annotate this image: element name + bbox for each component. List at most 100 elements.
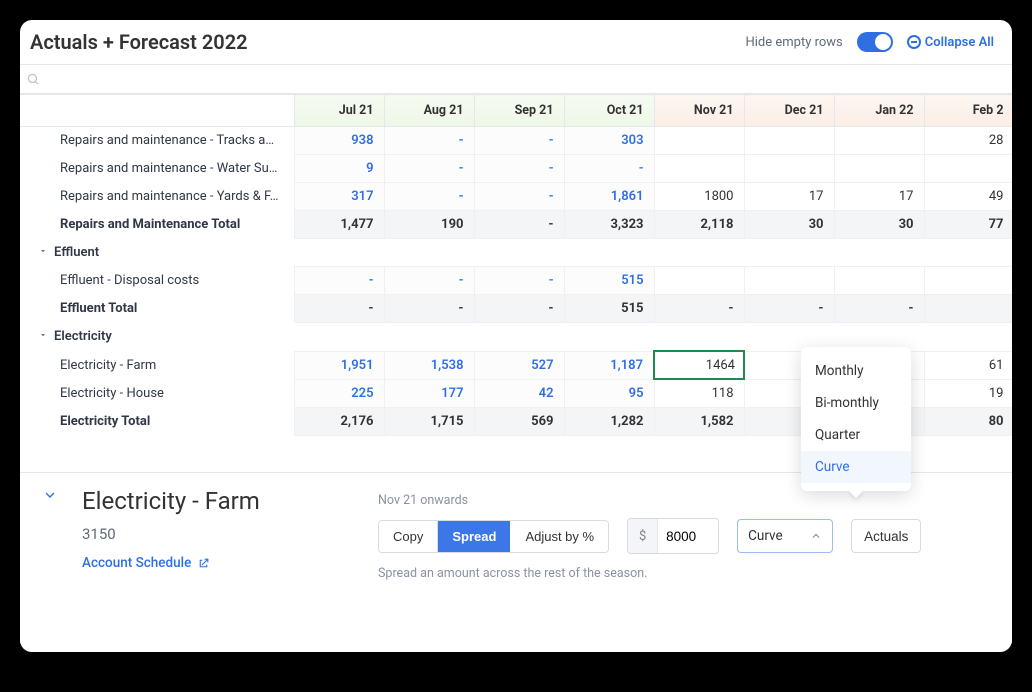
grid-cell: -: [474, 295, 564, 323]
grid-cell: 225: [294, 379, 384, 408]
currency-label: $: [628, 519, 658, 553]
grid-cell[interactable]: 19: [924, 379, 1012, 408]
grid-cell[interactable]: [924, 155, 1012, 183]
grid-cell: 2,118: [654, 211, 744, 239]
onwards-label: Nov 21 onwards: [378, 493, 990, 508]
grid-cell: 2,176: [294, 408, 384, 436]
spread-button[interactable]: Spread: [437, 521, 510, 552]
grid-cell[interactable]: 17: [744, 183, 834, 211]
total-row-label: Repairs and Maintenance Total: [20, 211, 294, 239]
grid-cell[interactable]: [654, 267, 744, 295]
grid-cell: 515: [564, 295, 654, 323]
search-input[interactable]: [44, 72, 1006, 86]
total-row-label: Electricity Total: [20, 408, 294, 436]
amount-input[interactable]: [658, 519, 718, 553]
grid-cell: [924, 295, 1012, 323]
grid-cell: 515: [564, 267, 654, 295]
item-row-label[interactable]: Effluent - Disposal costs: [20, 267, 294, 295]
item-row-label[interactable]: Repairs and maintenance - Tracks a…: [20, 127, 294, 155]
collapse-all-button[interactable]: Collapse All: [907, 35, 994, 50]
item-row-label[interactable]: Repairs and maintenance - Water Su…: [20, 155, 294, 183]
month-header: Sep 21: [474, 95, 564, 127]
item-row-label[interactable]: Electricity - Farm: [20, 351, 294, 379]
hint-text: Spread an amount across the rest of the …: [378, 566, 990, 581]
grid-cell[interactable]: 1464: [654, 351, 744, 379]
grid-cell: 1,715: [384, 408, 474, 436]
external-link-icon: [197, 557, 210, 570]
grid-cell[interactable]: [834, 267, 924, 295]
grid-cell: -: [654, 295, 744, 323]
grid-cell: 77: [924, 211, 1012, 239]
grid-cell[interactable]: [654, 155, 744, 183]
grid-cell: 569: [474, 408, 564, 436]
curve-dropdown[interactable]: MonthlyBi-monthlyQuarterCurve: [801, 347, 911, 491]
month-header: Jul 21: [294, 95, 384, 127]
adjust-button[interactable]: Adjust by %: [510, 521, 608, 552]
grid-cell: -: [474, 127, 564, 155]
grid-cell: 190: [384, 211, 474, 239]
hide-empty-toggle[interactable]: [857, 32, 893, 52]
grid-cell[interactable]: [654, 127, 744, 155]
grid-cell[interactable]: 1800: [654, 183, 744, 211]
grid-cell: 1,538: [384, 351, 474, 379]
grid-cell: -: [384, 295, 474, 323]
chevron-down-icon: [42, 487, 58, 503]
dropdown-option[interactable]: Quarter: [801, 419, 911, 451]
grid-cell[interactable]: 118: [654, 379, 744, 408]
grid-cell: 303: [564, 127, 654, 155]
grid-cell: -: [564, 155, 654, 183]
month-header: Dec 21: [744, 95, 834, 127]
grid-cell: 3,323: [564, 211, 654, 239]
grid-cell: 1,861: [564, 183, 654, 211]
grid-cell: -: [294, 295, 384, 323]
month-header: Jan 22: [834, 95, 924, 127]
actuals-button[interactable]: Actuals: [851, 519, 921, 553]
grid-cell: 30: [834, 211, 924, 239]
item-row-label[interactable]: Repairs and maintenance - Yards & F…: [20, 183, 294, 211]
grid-cell: 95: [564, 379, 654, 408]
item-row-label[interactable]: Electricity - House: [20, 379, 294, 408]
grid-cell: -: [384, 155, 474, 183]
grid-cell: 938: [294, 127, 384, 155]
panel-collapse-button[interactable]: [42, 487, 58, 507]
grid-cell: 1,282: [564, 408, 654, 436]
grid-cell: -: [294, 267, 384, 295]
grid-cell: -: [474, 155, 564, 183]
grid-cell[interactable]: [834, 155, 924, 183]
grid-cell[interactable]: [834, 127, 924, 155]
grid-cell: -: [384, 267, 474, 295]
curve-select[interactable]: Curve: [737, 519, 833, 553]
page-title: Actuals + Forecast 2022: [30, 30, 248, 54]
grid-cell[interactable]: [744, 155, 834, 183]
grid-cell: 42: [474, 379, 564, 408]
grid-cell: 1,187: [564, 351, 654, 379]
grid-cell: 30: [744, 211, 834, 239]
grid-cell: 1,477: [294, 211, 384, 239]
grid-cell: -: [474, 183, 564, 211]
copy-button[interactable]: Copy: [379, 521, 437, 552]
grid-cell[interactable]: 28: [924, 127, 1012, 155]
grid-cell: 80: [924, 408, 1012, 436]
grid-cell: -: [474, 267, 564, 295]
hide-empty-label: Hide empty rows: [745, 35, 842, 50]
month-header: Nov 21: [654, 95, 744, 127]
grid-cell: -: [474, 211, 564, 239]
amount-input-group: $: [627, 518, 719, 554]
grid-cell[interactable]: [744, 127, 834, 155]
grid-cell[interactable]: 17: [834, 183, 924, 211]
grid-cell: 1,951: [294, 351, 384, 379]
grid-cell: 317: [294, 183, 384, 211]
grid-cell: -: [744, 295, 834, 323]
dropdown-option[interactable]: Bi-monthly: [801, 387, 911, 419]
grid-cell[interactable]: [744, 267, 834, 295]
grid-cell: 527: [474, 351, 564, 379]
category-row[interactable]: Effluent: [20, 239, 1012, 267]
grid-cell[interactable]: 61: [924, 351, 1012, 379]
grid-cell[interactable]: 49: [924, 183, 1012, 211]
grid-cell: -: [384, 183, 474, 211]
grid-cell[interactable]: [924, 267, 1012, 295]
dropdown-option[interactable]: Monthly: [801, 355, 911, 387]
detail-panel: Electricity - Farm 3150 Account Schedule…: [20, 472, 1012, 652]
grid-cell: -: [834, 295, 924, 323]
dropdown-option[interactable]: Curve: [801, 451, 911, 483]
